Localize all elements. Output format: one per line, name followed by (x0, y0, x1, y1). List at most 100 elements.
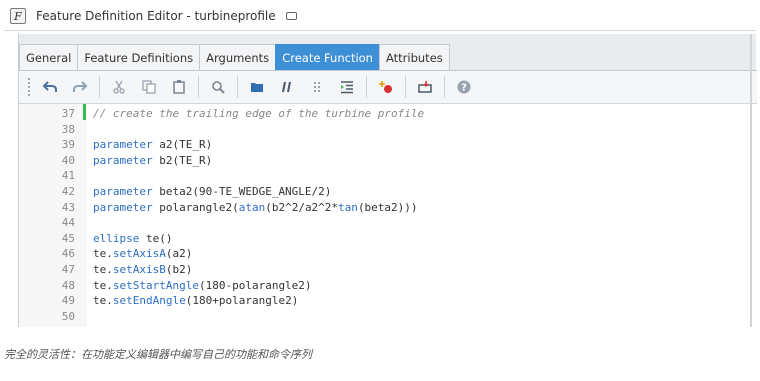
redo-icon[interactable] (68, 75, 92, 99)
bookmark-icon[interactable] (245, 75, 269, 99)
code-line[interactable]: 43 parameter polarangle2(atan(b2^2/a2^2*t… (19, 200, 757, 216)
code-line[interactable]: 47 te.setAxisB(b2) (19, 262, 757, 278)
line-number: 42 (61, 185, 75, 198)
indent-icon[interactable] (335, 75, 359, 99)
code-line[interactable]: 37 // create the trailing edge of the tur… (19, 106, 757, 122)
window-right-edge (750, 34, 752, 327)
code-keyword: parameter (93, 153, 153, 167)
code-token: polarangle2( (152, 200, 239, 214)
code-line[interactable]: 49 te.setEndAngle(180+polarangle2) (19, 293, 757, 309)
line-number: 40 (61, 153, 75, 167)
code-line[interactable]: 38 (19, 122, 757, 138)
tab-create-function[interactable]: Create Function (275, 44, 380, 70)
title-bar: F Feature Definition Editor - turbinepro… (4, 2, 756, 30)
code-editor[interactable]: 37 // create the trailing edge of the tur… (19, 104, 757, 327)
code-keyword: parameter (93, 200, 153, 214)
tab-general[interactable]: General (19, 44, 79, 70)
code-token: te. (93, 263, 113, 276)
code-line[interactable]: 41 (19, 168, 757, 184)
code-token: (beta2))) (357, 200, 418, 214)
code-comment: // create the trailing edge of the turbi… (93, 107, 425, 120)
undo-icon[interactable] (38, 75, 62, 99)
code-line[interactable]: 46 te.setAxisA(a2) (19, 246, 757, 262)
insert-icon[interactable] (413, 75, 437, 99)
tab-bar: General Feature Definitions Arguments Creat… (19, 44, 450, 70)
code-text: parameter b2(TE_R) (93, 153, 212, 169)
code-token: (180+polarangle2) (185, 294, 299, 308)
code-token: a2(TE_R) (152, 138, 213, 152)
code-token: (b2) (165, 263, 193, 276)
line-number: 49 (61, 294, 75, 308)
code-keyword: tan (338, 200, 358, 214)
line-number: 41 (61, 169, 75, 183)
title-divider (4, 30, 756, 31)
code-text: te.setAxisB(b2) (93, 262, 192, 278)
code-text: ellipse te() (93, 231, 172, 247)
paste-icon[interactable] (167, 75, 191, 99)
code-line[interactable]: 50 (19, 309, 757, 325)
code-text: parameter a2(TE_R) (93, 137, 212, 153)
line-number: 47 (61, 263, 75, 276)
line-number: 39 (61, 138, 75, 152)
code-line[interactable]: 42 parameter beta2(90-TE_WEDGE_ANGLE/2) (19, 184, 757, 200)
comment-icon[interactable] (275, 75, 299, 99)
toolbar: ? (19, 70, 757, 104)
line-number: 43 (61, 200, 75, 214)
code-keyword: setStartAngle (112, 278, 199, 292)
code-keyword: setAxisA (112, 247, 166, 261)
code-text: te.setAxisA(a2) (93, 246, 192, 262)
code-token: b2(TE_R) (152, 153, 213, 167)
window-title: Feature Definition Editor - turbineprofi… (36, 9, 276, 23)
toolbar-separator (444, 76, 445, 98)
line-number: 50 (61, 309, 75, 323)
editor-panel: General Feature Definitions Arguments Creat… (18, 34, 757, 327)
code-line[interactable]: 44 (19, 215, 757, 231)
toolbar-grip[interactable] (27, 77, 31, 97)
code-line[interactable]: 40 parameter b2(TE_R) (19, 153, 757, 169)
code-token: te() (139, 231, 173, 245)
code-token: te. (93, 294, 113, 308)
line-number: 48 (61, 278, 75, 292)
editor-window: F Feature Definition Editor - turbinepro… (4, 2, 757, 327)
code-keyword: ellipse (93, 231, 140, 245)
tab-attributes[interactable]: Attributes (378, 44, 450, 70)
grid-icon[interactable] (305, 75, 329, 99)
toolbar-separator (366, 76, 367, 98)
code-token: (a2) (165, 247, 193, 261)
tab-arguments[interactable]: Arguments (199, 44, 277, 70)
add-breakpoint-icon[interactable] (374, 75, 398, 99)
code-keyword: setAxisB (112, 263, 166, 276)
toolbar-separator (198, 76, 199, 98)
code-text: te.setStartAngle(180-polarangle2) (93, 278, 312, 294)
help-icon[interactable]: ? (452, 75, 476, 99)
cut-icon[interactable] (107, 75, 131, 99)
svg-text:?: ? (461, 83, 467, 94)
toolbar-separator (99, 76, 100, 98)
line-number: 44 (61, 216, 75, 230)
code-line[interactable]: 39 parameter a2(TE_R) (19, 137, 757, 153)
find-icon[interactable] (206, 75, 230, 99)
code-token: (b2^2/a2^2* (265, 200, 339, 214)
code-text: parameter polarangle2(atan(b2^2/a2^2*tan… (93, 200, 418, 216)
code-keyword: parameter (93, 185, 153, 198)
caption: 完全的灵活性：在功能定义编辑器中编写自己的功能和命令序列 (4, 348, 312, 361)
tab-feature-definitions[interactable]: Feature Definitions (77, 44, 201, 70)
code-token: beta2(90-TE_WEDGE_ANGLE/2) (152, 185, 332, 198)
code-keyword: parameter (93, 138, 153, 152)
code-token: te. (93, 278, 113, 292)
line-number: 46 (61, 247, 75, 261)
line-number: 38 (61, 122, 75, 136)
app-icon: F (10, 8, 26, 24)
code-text: parameter beta2(90-TE_WEDGE_ANGLE/2) (93, 184, 331, 200)
code-text: // create the trailing edge of the turbi… (93, 106, 424, 122)
toolbar-separator (405, 76, 406, 98)
window-restore-icon[interactable] (285, 12, 297, 20)
code-keyword: atan (238, 200, 266, 214)
copy-icon[interactable] (137, 75, 161, 99)
code-line[interactable]: 48 te.setStartAngle(180-polarangle2) (19, 278, 757, 294)
code-token: (180-polarangle2) (198, 278, 312, 292)
toolbar-separator (237, 76, 238, 98)
code-token: te. (93, 247, 113, 261)
code-line[interactable]: 45 ellipse te() (19, 231, 757, 247)
code-keyword: setEndAngle (112, 294, 186, 308)
